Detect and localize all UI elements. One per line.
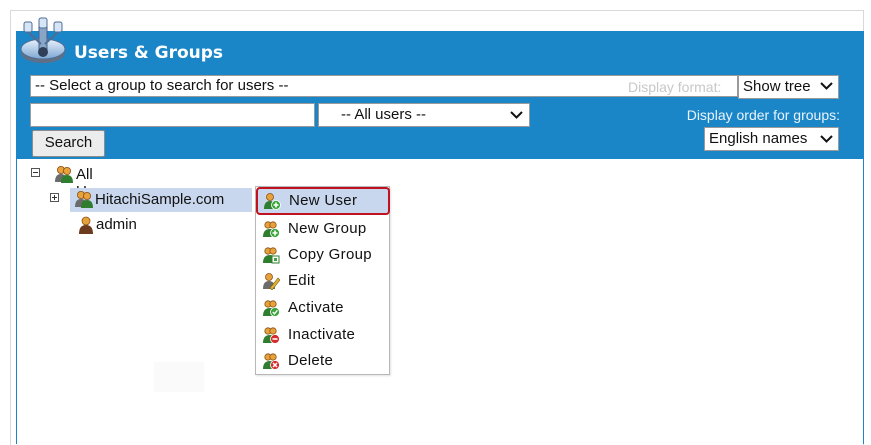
group-icon — [75, 191, 93, 208]
group-icon — [55, 166, 73, 183]
new-user-icon — [264, 193, 281, 210]
page-title: Users & Groups — [74, 43, 224, 63]
users-filter-select[interactable]: -- All users -- — [318, 103, 530, 127]
menu-item-new-user[interactable]: New User — [256, 187, 390, 215]
users-filter-value: -- All users -- — [341, 106, 427, 123]
user-icon — [79, 216, 93, 234]
inactivate-icon — [263, 327, 280, 344]
display-format-value: Show tree — [743, 78, 811, 95]
menu-item-label: Edit — [288, 272, 316, 289]
tree-node-admin[interactable]: admin — [96, 216, 137, 233]
display-format-label: Display format: — [628, 79, 722, 95]
menu-item-label: Activate — [288, 299, 344, 316]
menu-item-edit[interactable]: Edit — [256, 268, 389, 294]
new-group-icon — [263, 221, 280, 238]
chevron-down-icon — [820, 82, 833, 90]
chevron-down-icon — [510, 111, 523, 119]
menu-item-activate[interactable]: Activate — [256, 295, 389, 321]
search-input[interactable] — [30, 103, 315, 127]
menu-item-delete[interactable]: Delete — [256, 348, 389, 374]
copy-group-icon — [263, 247, 280, 264]
group-select-value: -- Select a group to search for users -- — [35, 77, 289, 94]
menu-item-label: Delete — [288, 352, 334, 369]
edit-icon — [263, 273, 280, 290]
activate-icon — [263, 300, 280, 317]
display-order-label: Display order for groups: — [686, 107, 840, 123]
menu-item-label: New Group — [288, 220, 367, 237]
expand-toggle-icon[interactable] — [50, 193, 59, 202]
delete-icon — [263, 353, 280, 370]
display-order-select[interactable]: English names — [704, 127, 839, 151]
menu-item-new-group[interactable]: New Group — [256, 216, 389, 242]
menu-item-label: Copy Group — [288, 246, 372, 263]
search-button[interactable]: Search — [32, 130, 105, 157]
display-format-select[interactable]: Show tree — [738, 75, 839, 99]
display-order-value: English names — [709, 130, 808, 147]
tree-node-hitachisample[interactable]: HitachiSample.com — [95, 191, 224, 208]
menu-item-label: Inactivate — [288, 326, 356, 343]
menu-item-label: New User — [289, 192, 358, 209]
menu-item-inactivate[interactable]: Inactivate — [256, 322, 389, 348]
context-menu: New User New Group Copy Group Edit Activ… — [255, 186, 390, 375]
blank-area — [154, 362, 204, 392]
chevron-down-icon — [820, 135, 833, 143]
menu-item-copy-group[interactable]: Copy Group — [256, 242, 389, 268]
panel-header: Users & Groups — [16, 31, 863, 73]
collapse-toggle-icon[interactable] — [31, 168, 40, 177]
server-icon — [20, 17, 66, 63]
